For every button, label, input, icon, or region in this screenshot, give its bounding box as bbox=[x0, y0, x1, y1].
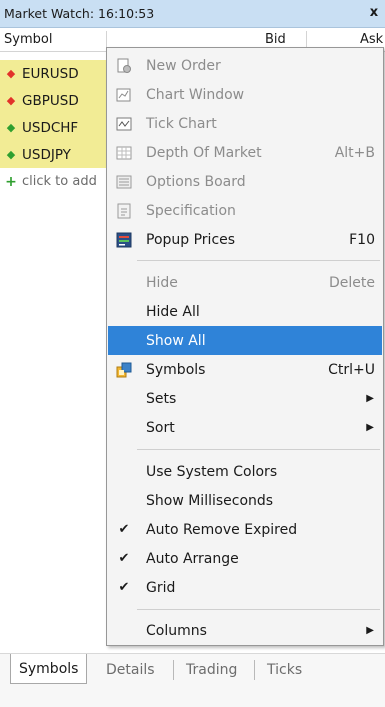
table-row[interactable]: ◆ USDCHF bbox=[0, 114, 108, 141]
menu-item-options-board[interactable]: Options Board bbox=[108, 167, 382, 196]
checkmark-icon: ✔ bbox=[118, 580, 130, 595]
checkmark-icon: ✔ bbox=[118, 551, 130, 566]
column-divider[interactable] bbox=[106, 31, 107, 48]
symbols-icon bbox=[115, 361, 133, 378]
menu-item-sets[interactable]: Sets ▶ bbox=[108, 384, 382, 413]
chart-window-icon bbox=[115, 86, 133, 103]
menu-item-specification[interactable]: Specification bbox=[108, 196, 382, 225]
table-row[interactable]: ◆ EURUSD bbox=[0, 60, 108, 87]
depth-of-market-icon bbox=[115, 144, 133, 161]
submenu-arrow-icon: ▶ bbox=[366, 422, 374, 433]
symbol-name: USDCHF bbox=[22, 119, 79, 136]
menu-item-depth-of-market[interactable]: Depth Of Market Alt+B bbox=[108, 138, 382, 167]
symbol-name: GBPUSD bbox=[22, 92, 79, 109]
options-board-icon bbox=[115, 173, 133, 190]
menu-item-chart-window[interactable]: Chart Window bbox=[108, 80, 382, 109]
down-arrow-icon: ◆ bbox=[6, 67, 16, 80]
submenu-arrow-icon: ▶ bbox=[366, 393, 374, 404]
tab-divider bbox=[254, 660, 255, 680]
add-symbol-row[interactable]: + click to add bbox=[0, 168, 108, 195]
down-arrow-icon: ◆ bbox=[6, 94, 16, 107]
title-bar: Market Watch: 16:10:53 x bbox=[0, 0, 385, 28]
column-header-bid[interactable]: Bid bbox=[265, 32, 286, 47]
symbol-name: EURUSD bbox=[22, 65, 79, 82]
menu-item-use-system-colors[interactable]: Use System Colors bbox=[108, 457, 382, 486]
symbol-name: USDJPY bbox=[22, 146, 71, 163]
specification-icon bbox=[115, 202, 133, 219]
new-order-icon bbox=[115, 57, 133, 74]
menu-separator bbox=[137, 260, 380, 261]
up-arrow-icon: ◆ bbox=[6, 148, 16, 161]
menu-item-hide-all[interactable]: Hide All bbox=[108, 297, 382, 326]
column-header-symbol[interactable]: Symbol bbox=[4, 32, 52, 47]
popup-prices-icon bbox=[115, 231, 133, 248]
menu-item-show-milliseconds[interactable]: Show Milliseconds bbox=[108, 486, 382, 515]
tab-ticks[interactable]: Ticks bbox=[259, 657, 310, 683]
menu-item-grid[interactable]: ✔ Grid bbox=[108, 573, 382, 602]
menu-item-auto-remove-expired[interactable]: ✔ Auto Remove Expired bbox=[108, 515, 382, 544]
plus-icon: + bbox=[5, 173, 17, 190]
column-divider[interactable] bbox=[306, 31, 307, 48]
add-symbol-label: click to add bbox=[22, 174, 97, 189]
table-row[interactable]: ◆ USDJPY bbox=[0, 141, 108, 168]
menu-item-symbols[interactable]: Symbols Ctrl+U bbox=[108, 355, 382, 384]
submenu-arrow-icon: ▶ bbox=[366, 625, 374, 636]
close-icon[interactable]: x bbox=[367, 5, 381, 20]
column-header-ask[interactable]: Ask bbox=[360, 32, 383, 47]
menu-item-auto-arrange[interactable]: ✔ Auto Arrange bbox=[108, 544, 382, 573]
menu-item-show-all[interactable]: Show All bbox=[108, 326, 382, 355]
menu-separator bbox=[137, 449, 380, 450]
menu-item-tick-chart[interactable]: Tick Chart bbox=[108, 109, 382, 138]
context-menu: New Order Chart Window Tick Chart Depth … bbox=[106, 47, 384, 646]
tab-details[interactable]: Details bbox=[98, 657, 163, 683]
checkmark-icon: ✔ bbox=[118, 522, 130, 537]
tab-bar: Symbols Details Trading Ticks bbox=[0, 653, 385, 707]
menu-item-sort[interactable]: Sort ▶ bbox=[108, 413, 382, 442]
tab-divider bbox=[173, 660, 174, 680]
menu-separator bbox=[137, 609, 380, 610]
window-title: Market Watch: 16:10:53 bbox=[4, 6, 155, 21]
up-arrow-icon: ◆ bbox=[6, 121, 16, 134]
tab-trading[interactable]: Trading bbox=[178, 657, 245, 683]
menu-item-popup-prices[interactable]: Popup Prices F10 bbox=[108, 225, 382, 254]
table-row[interactable]: ◆ GBPUSD bbox=[0, 87, 108, 114]
menu-item-columns[interactable]: Columns ▶ bbox=[108, 616, 382, 645]
menu-item-hide[interactable]: Hide Delete bbox=[108, 268, 382, 297]
tick-chart-icon bbox=[115, 115, 133, 132]
tab-symbols[interactable]: Symbols bbox=[10, 654, 88, 684]
menu-item-new-order[interactable]: New Order bbox=[108, 51, 382, 80]
